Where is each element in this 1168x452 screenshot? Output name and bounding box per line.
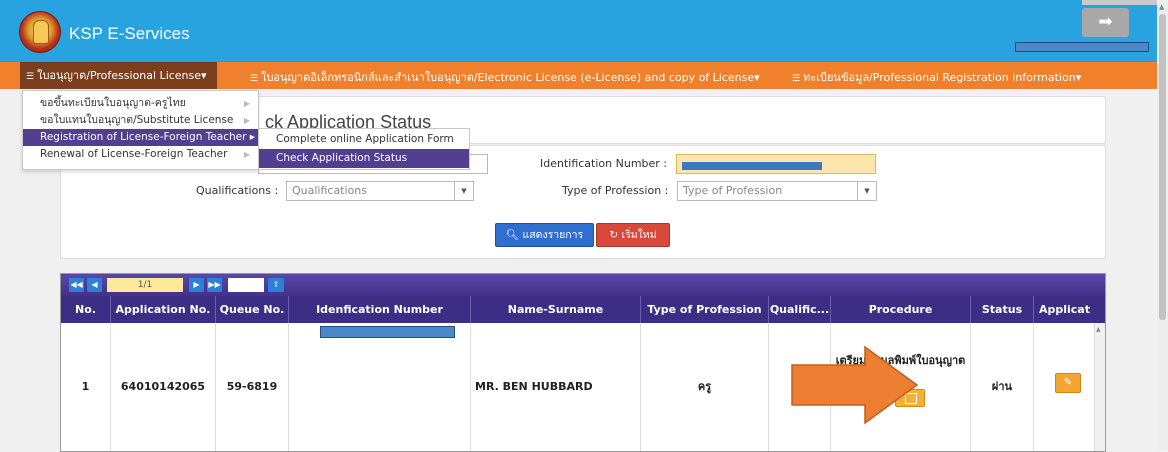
qualifications-select[interactable]: Qualifications ▼ <box>286 181 474 201</box>
cell-profession: ครู <box>641 323 769 451</box>
show-list-button[interactable]: 🔍︎ แสดงรายการ <box>495 223 594 247</box>
table-row[interactable]: 1 64010142065 59-6819 MR. BEN HUBBARD คร… <box>61 323 1105 451</box>
col-application-no[interactable]: Application No. <box>111 296 216 323</box>
chevron-right-icon: ▶ <box>243 99 250 108</box>
app-title: KSP E-Services <box>69 24 190 43</box>
profession-label: Type of Profession : <box>562 184 669 197</box>
col-queue-no[interactable]: Queue No. <box>216 296 289 323</box>
cell-application-no: 64010142065 <box>111 323 216 451</box>
chevron-down-icon: ▼ <box>454 182 473 200</box>
cell-status: ผ่าน <box>971 323 1034 451</box>
scroll-up-icon[interactable]: ▲ <box>1159 3 1164 11</box>
chevron-right-icon: ▶ <box>243 116 250 125</box>
refresh-icon: ↻ <box>609 229 619 241</box>
table-header: No. Application No. Queue No. Idenficati… <box>61 296 1105 323</box>
nav-registration-info[interactable]: ☰ ทะเบียนข้อมูล/Professional Registration… <box>792 68 1081 86</box>
col-status[interactable]: Status <box>971 296 1034 323</box>
user-name-redaction <box>1015 42 1149 52</box>
cell-no: 1 <box>61 323 111 451</box>
id-label: Identification Number : <box>540 157 668 170</box>
col-name[interactable]: Name-Surname <box>471 296 641 323</box>
license-dropdown-menu: ขอขึ้นทะเบียนใบอนุญาต-ครูไทย ▶ ขอใบแทนใบอ… <box>22 90 259 170</box>
main-nav: ☰ ใบอนุญาต/Professional License▾ ☰ ใบอนุญา… <box>0 61 1157 89</box>
edit-icon: ✎ <box>1063 377 1073 388</box>
cell-name: MR. BEN HUBBARD <box>471 323 641 451</box>
registration-submenu: Complete online Application Form Check A… <box>258 128 470 170</box>
prev-page-icon[interactable]: ◀ <box>87 278 102 292</box>
chevron-right-icon: ▶ <box>243 150 250 159</box>
top-corner-shadow <box>1082 0 1157 5</box>
col-procedure[interactable]: Procedure <box>831 296 971 323</box>
page-indicator: 1/1 <box>107 278 183 292</box>
cell-queue-no: 59-6819 <box>216 323 289 451</box>
id-redaction <box>682 162 822 170</box>
menu-icon: ☰ <box>26 72 35 82</box>
reset-button[interactable]: ↻ เริ่มใหม่ <box>596 223 670 247</box>
scroll-up-icon[interactable]: ▲ <box>1096 326 1101 333</box>
id-number-redaction <box>320 326 455 338</box>
col-profession[interactable]: Type of Profession <box>641 296 769 323</box>
export-icon[interactable]: ⇪ <box>268 278 284 292</box>
results-grid: ◀◀ ◀ 1/1 ▶ ▶▶ ⇪ No. Application No. Queu… <box>60 273 1106 452</box>
col-application[interactable]: Applicat <box>1034 296 1095 323</box>
logout-icon: ➡ <box>1098 12 1113 32</box>
nav-electronic-license[interactable]: ☰ ใบอนุญาตอิเล็กทรอนิกส์และสำเนาใบอนุญาต/… <box>250 68 760 86</box>
col-qualification[interactable]: Qualific... <box>769 296 831 323</box>
menu-foreign-teacher-registration[interactable]: Registration of License-Foreign Teacher … <box>23 129 258 146</box>
submenu-check-status[interactable]: Check Application Status <box>259 149 469 168</box>
profession-select[interactable]: Type of Profession ▼ <box>677 181 877 201</box>
nav-professional-license[interactable]: ☰ ใบอนุญาต/Professional License▾ <box>20 62 217 89</box>
chevron-down-icon: ▼ <box>857 182 876 200</box>
annotation-arrow-icon <box>791 345 919 425</box>
page-scroll-thumb[interactable] <box>1159 14 1166 320</box>
menu-icon: ☰ <box>792 74 801 84</box>
first-page-icon[interactable]: ◀◀ <box>69 278 84 292</box>
identification-number-field[interactable] <box>676 154 876 174</box>
page-number-input[interactable] <box>228 278 264 292</box>
menu-icon: ☰ <box>250 74 259 84</box>
next-page-icon[interactable]: ▶ <box>189 278 204 292</box>
col-identification[interactable]: Idenfication Number <box>289 296 471 323</box>
logout-button[interactable]: ➡ <box>1082 8 1129 37</box>
cell-identification <box>289 323 471 451</box>
pager: ◀◀ ◀ 1/1 ▶ ▶▶ ⇪ <box>61 274 1105 296</box>
grid-scrollbar[interactable]: ▲ <box>1094 323 1105 451</box>
col-no[interactable]: No. <box>61 296 111 323</box>
search-icon: 🔍︎ <box>505 229 520 241</box>
app-header: KSP E-Services ➡ <box>0 0 1157 61</box>
last-page-icon[interactable]: ▶▶ <box>207 278 222 292</box>
menu-substitute-license[interactable]: ขอใบแทนใบอนุญาต/Substitute License ▶ <box>23 112 258 129</box>
submenu-complete-form[interactable]: Complete online Application Form <box>259 130 469 149</box>
menu-foreign-teacher-renewal[interactable]: Renewal of License-Foreign Teacher ▶ <box>23 146 258 163</box>
qualifications-label: Qualifications : <box>196 184 279 197</box>
edit-application-button[interactable]: ✎ <box>1055 373 1081 393</box>
menu-thai-teacher-registration[interactable]: ขอขึ้นทะเบียนใบอนุญาต-ครูไทย ▶ <box>23 95 258 112</box>
ksp-logo <box>19 11 61 53</box>
cell-application: ✎ <box>1034 323 1095 451</box>
